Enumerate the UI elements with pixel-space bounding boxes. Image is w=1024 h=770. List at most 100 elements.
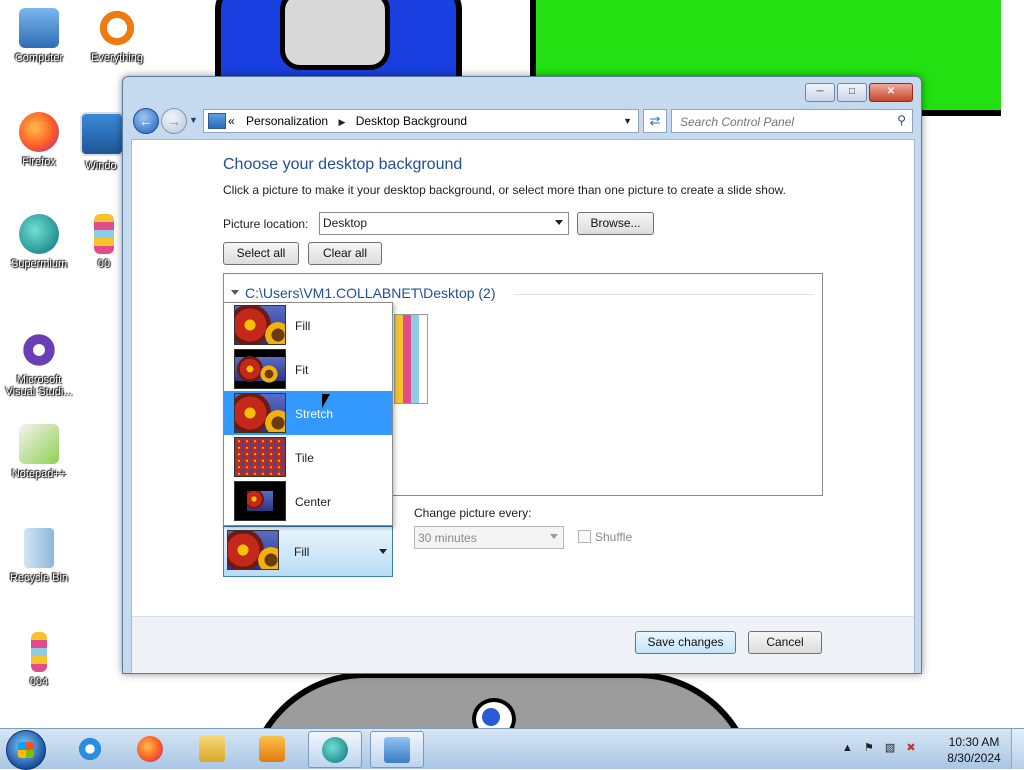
picture-position-dropdown: Fill Fit Stretch Tile Center xyxy=(223,302,393,526)
notification-area: ▲ ⚑ ▧ ✖ xyxy=(842,741,924,754)
position-option-label: Center xyxy=(295,495,332,509)
desktop-icon-recycle-bin[interactable]: Recycle Bin xyxy=(4,528,74,584)
back-button[interactable]: ← xyxy=(133,108,159,134)
checkbox-box xyxy=(578,530,591,543)
taskbar-supermium[interactable] xyxy=(308,731,362,768)
desktop-icon-visual-studio[interactable]: Microsoft Visual Studi... xyxy=(2,330,76,398)
show-desktop-button[interactable] xyxy=(1011,729,1024,769)
picture-location-select[interactable]: Desktop xyxy=(319,212,569,235)
chevron-down-icon xyxy=(555,220,563,225)
fill-preview-icon xyxy=(234,305,286,345)
maximize-button[interactable]: □ xyxy=(837,83,867,102)
picture-position-select[interactable]: Fill xyxy=(223,526,393,577)
refresh-button[interactable]: ⇄ xyxy=(643,109,667,133)
chevron-down-icon xyxy=(379,549,387,554)
firefox-icon xyxy=(19,112,59,152)
show-hidden-icons-icon[interactable]: ▲ xyxy=(842,742,853,754)
select-all-button[interactable]: Select all xyxy=(223,242,299,265)
breadcrumb-desktop-background[interactable]: Desktop Background xyxy=(356,114,467,128)
desktop-icon-label: Supermium xyxy=(10,258,68,270)
desktop-icon-notepadpp[interactable]: Notepad++ xyxy=(4,424,74,480)
search-icon[interactable]: ⚲ xyxy=(897,113,906,127)
position-option-fill[interactable]: Fill xyxy=(224,303,392,347)
clear-all-button[interactable]: Clear all xyxy=(308,242,382,265)
desktop-icon-label: Recycle Bin xyxy=(9,572,69,584)
volume-muted-icon[interactable]: ✖ xyxy=(906,742,915,754)
center-preview-icon xyxy=(234,481,286,521)
image-file-icon xyxy=(31,632,47,672)
fit-preview-icon xyxy=(234,349,286,389)
recent-pages-dropdown[interactable]: ▼ xyxy=(189,115,198,125)
folder-icon xyxy=(199,736,225,762)
picture-thumbnail[interactable] xyxy=(394,314,428,404)
taskbar-internet-explorer[interactable] xyxy=(64,731,116,766)
shuffle-checkbox: Shuffle xyxy=(578,530,632,544)
breadcrumb-overflow[interactable]: « xyxy=(228,114,235,128)
everything-icon xyxy=(97,8,137,48)
desktop-icon-label: Microsoft Visual Studi... xyxy=(5,374,73,398)
position-option-label: Stretch xyxy=(295,407,334,421)
stretch-preview-icon xyxy=(234,393,286,433)
taskbar-media-player[interactable] xyxy=(246,731,298,766)
supermium-icon xyxy=(322,737,348,763)
mouse-pointer-icon xyxy=(322,394,330,408)
taskbar-control-panel[interactable] xyxy=(370,731,424,768)
minimize-button[interactable]: ─ xyxy=(805,83,835,102)
position-option-fit[interactable]: Fit xyxy=(224,347,392,391)
desktop-icon-supermium[interactable]: Supermium xyxy=(4,214,74,270)
breadcrumb: « Personalization ▶ Desktop Background xyxy=(228,114,467,128)
media-player-icon xyxy=(259,736,285,762)
desktop-icon-everything[interactable]: Everything xyxy=(82,8,152,64)
content-pane: Choose your desktop background Click a p… xyxy=(131,139,915,673)
desktop-icon-computer[interactable]: Computer xyxy=(4,8,74,64)
action-center-flag-icon[interactable]: ⚑ xyxy=(864,742,874,754)
desktop-icon-00[interactable]: 00 xyxy=(86,214,122,270)
breadcrumb-separator-icon[interactable]: ▶ xyxy=(338,117,345,127)
save-changes-button[interactable]: Save changes xyxy=(635,631,736,654)
folder-divider xyxy=(514,294,814,295)
position-option-center[interactable]: Center xyxy=(224,479,392,523)
close-button[interactable]: ✕ xyxy=(869,83,913,102)
tile-preview-icon xyxy=(234,437,286,477)
forward-button[interactable]: → xyxy=(161,108,187,134)
desktop-icon-label: Windo xyxy=(85,160,117,172)
browse-button[interactable]: Browse... xyxy=(577,212,654,235)
interval-value: 30 minutes xyxy=(418,531,477,545)
navigation-bar: ← → ▼ « Personalization ▶ Desktop Backgr… xyxy=(131,107,913,135)
internet-explorer-icon xyxy=(77,736,103,762)
page-description: Click a picture to make it your desktop … xyxy=(223,183,786,197)
system-clock[interactable]: 10:30 AM 8/30/2024 xyxy=(944,734,1004,766)
position-option-tile[interactable]: Tile xyxy=(224,435,392,479)
network-icon[interactable]: ▧ xyxy=(885,742,895,754)
taskbar-firefox[interactable] xyxy=(124,731,176,766)
shuffle-label: Shuffle xyxy=(595,530,633,544)
search-input[interactable] xyxy=(678,112,887,132)
notepadpp-icon xyxy=(19,424,59,464)
collapse-triangle-icon[interactable] xyxy=(231,290,239,295)
computer-icon xyxy=(19,8,59,48)
desktop-icon-firefox[interactable]: Firefox xyxy=(4,112,74,168)
chevron-down-icon xyxy=(550,534,558,539)
windows-logo-icon xyxy=(18,742,34,758)
picture-location-value: Desktop xyxy=(323,216,368,230)
position-option-stretch[interactable]: Stretch xyxy=(224,391,392,435)
fill-preview-icon xyxy=(227,530,279,570)
control-panel-icon xyxy=(208,113,226,129)
desktop-icon-label: Firefox xyxy=(22,156,56,168)
dialog-footer: Save changes Cancel xyxy=(132,616,914,673)
clock-time: 10:30 AM xyxy=(948,735,1000,749)
taskbar-explorer[interactable] xyxy=(186,731,238,766)
desktop-icon-004[interactable]: 004 xyxy=(4,632,74,688)
start-button[interactable] xyxy=(6,730,46,770)
clock-date: 8/30/2024 xyxy=(947,751,1001,765)
desktop-icon-windo[interactable]: Windo xyxy=(80,112,122,172)
desktop-icon-label: 004 xyxy=(29,676,49,688)
folder-group-title[interactable]: C:\Users\VM1.COLLABNET\Desktop (2) xyxy=(245,285,496,301)
cancel-button[interactable]: Cancel xyxy=(748,631,822,654)
picture-position-value: Fill xyxy=(294,545,310,559)
search-box[interactable]: ⚲ xyxy=(671,109,913,133)
taskbar: ▲ ⚑ ▧ ✖ 10:30 AM 8/30/2024 xyxy=(0,728,1024,770)
address-dropdown-icon[interactable]: ▼ xyxy=(623,116,632,126)
address-bar[interactable]: « Personalization ▶ Desktop Background ▼ xyxy=(203,109,639,133)
breadcrumb-personalization[interactable]: Personalization xyxy=(246,114,328,128)
